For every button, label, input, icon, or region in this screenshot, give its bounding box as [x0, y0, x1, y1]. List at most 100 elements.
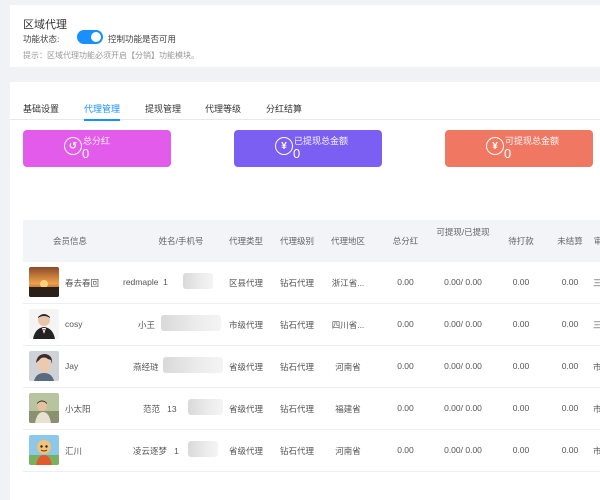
agent-type: 市级代理: [228, 320, 263, 330]
status-description: 控制功能是否可用: [108, 34, 177, 44]
unsettled: 0.00: [561, 445, 579, 455]
stat-value: 0: [82, 146, 90, 161]
header-audit-cut: 审: [593, 236, 600, 246]
feature-toggle[interactable]: [77, 30, 103, 44]
header-member-info: 会员信息: [52, 236, 87, 246]
status-label: 功能状态:: [23, 34, 60, 44]
agent-region: 河南省: [335, 446, 361, 456]
agent-type: 省级代理: [228, 404, 263, 414]
pending-payment: 0.00: [512, 403, 530, 413]
table-header: 会员信息 姓名/手机号 代理类型 代理级别 代理地区 总分红 可提现/已提现 待…: [23, 220, 600, 262]
agent-level: 钻石代理: [279, 362, 314, 372]
redacted-phone: [183, 273, 213, 289]
tab-bar: 基础设置 代理管理 提现管理 代理等级 分红结算: [10, 82, 600, 121]
stat-value: 0: [293, 146, 301, 161]
withdraw-amounts: 0.00/ 0.00: [444, 403, 482, 413]
avatar: [29, 267, 59, 297]
stat-card-withdrawn-total: ¥ 已提现总金额 0: [234, 130, 382, 167]
agent-region: 福建省: [335, 404, 361, 414]
agent-name: 燕经琏: [133, 362, 159, 372]
member-name: 小太阳: [65, 404, 91, 414]
agent-name: 小王: [138, 320, 156, 330]
tab-dividend-settlement[interactable]: 分红结算: [266, 102, 302, 115]
tab-basic-settings[interactable]: 基础设置: [23, 102, 59, 115]
withdraw-amounts: 0.00/ 0.00: [444, 319, 482, 329]
active-tab-indicator: [84, 119, 120, 121]
yen-coin-icon: ¥: [275, 137, 293, 155]
stat-card-withdrawable-total: ¥ 可提现总金额 0: [445, 130, 593, 167]
header-withdrawable-withdrawn: 可提现/已提现: [436, 227, 490, 237]
avatar: [29, 393, 59, 423]
agent-level: 钻石代理: [279, 404, 314, 414]
redacted-phone: [188, 399, 223, 415]
total-dividend: 0.00: [397, 277, 414, 287]
tab-agent-management[interactable]: 代理管理: [84, 102, 120, 115]
stat-label: 已提现总金额: [294, 136, 349, 146]
avatar: [29, 435, 59, 465]
section-title: 区域代理: [23, 19, 67, 31]
tab-agent-levels[interactable]: 代理等级: [205, 102, 241, 115]
agent-name: 凌云逐梦 1: [133, 446, 179, 456]
pending-payment: 0.00: [512, 319, 530, 329]
agent-level: 钻石代理: [279, 446, 314, 456]
agent-type: 省级代理: [228, 446, 263, 456]
unsettled: 0.00: [561, 361, 579, 371]
member-name: 汇川: [65, 446, 83, 456]
header-agent-level: 代理级别: [279, 236, 314, 246]
agent-region: 河南省: [335, 362, 361, 372]
main-panel: 基础设置 代理管理 提现管理 代理等级 分红结算 ↺ 总分红 0 ¥ 已提现总金…: [10, 82, 600, 500]
header-pending-payment: 待打款: [508, 236, 534, 246]
header-agent-region: 代理地区: [330, 236, 365, 246]
stat-card-total-dividend: ↺ 总分红 0: [23, 130, 171, 167]
avatar: [29, 351, 59, 381]
redacted-phone: [163, 357, 223, 373]
tab-withdraw-management[interactable]: 提现管理: [145, 102, 181, 115]
stat-label: 可提现总金额: [505, 136, 560, 146]
pending-payment: 0.00: [512, 277, 530, 287]
audit-cut: 三: [593, 320, 600, 330]
agent-region: 四川省...: [331, 320, 365, 330]
table-row[interactable]: 汇川 凌云逐梦 1 省级代理 钻石代理 河南省 0.00 0.00/ 0.00 …: [23, 430, 600, 472]
audit-cut: 三: [593, 278, 600, 288]
header-agent-type: 代理类型: [228, 236, 263, 246]
avatar: [29, 309, 59, 339]
toggle-knob: [91, 32, 101, 42]
hint-text: 提示：区域代理功能必须开启【分销】功能模块。: [23, 51, 199, 60]
total-dividend: 0.00: [397, 319, 414, 329]
redacted-phone: [161, 315, 221, 331]
pending-payment: 0.00: [512, 361, 530, 371]
member-name: 春去春回: [65, 278, 100, 288]
table-row[interactable]: Jay 燕经琏 省级代理 钻石代理 河南省 0.00 0.00/ 0.00 0.…: [23, 346, 600, 388]
agent-level: 钻石代理: [279, 320, 314, 330]
agent-level: 钻石代理: [279, 278, 314, 288]
withdraw-amounts: 0.00/ 0.00: [444, 445, 482, 455]
withdraw-amounts: 0.00/ 0.00: [444, 361, 482, 371]
agent-name: redmaple 1: [123, 277, 168, 287]
header-total-dividend: 总分红: [392, 236, 419, 246]
member-name: Jay: [65, 361, 79, 371]
agent-type: 区县代理: [228, 278, 263, 288]
dividend-icon: ↺: [64, 137, 82, 155]
total-dividend: 0.00: [397, 361, 414, 371]
audit-cut: 市: [593, 404, 600, 414]
audit-cut: 市: [593, 362, 600, 372]
header-name-phone: 姓名/手机号: [158, 236, 204, 246]
withdraw-amounts: 0.00/ 0.00: [444, 277, 482, 287]
total-dividend: 0.00: [397, 403, 414, 413]
header-unsettled: 未结算: [557, 236, 583, 246]
unsettled: 0.00: [561, 403, 579, 413]
agent-region: 浙江省...: [331, 278, 365, 288]
table-row[interactable]: cosy 小王 市级代理 钻石代理 四川省... 0.00 0.00/ 0.00…: [23, 304, 600, 346]
agent-name: 范范 13: [143, 404, 177, 414]
pending-payment: 0.00: [512, 445, 530, 455]
table-row[interactable]: 春去春回 redmaple 1 区县代理 钻石代理 浙江省... 0.00 0.…: [23, 262, 600, 304]
table-row[interactable]: 小太阳 范范 13 省级代理 钻石代理 福建省 0.00 0.00/ 0.00 …: [23, 388, 600, 430]
total-dividend: 0.00: [397, 445, 414, 455]
stat-value: 0: [504, 146, 512, 161]
member-name: cosy: [65, 319, 83, 329]
redacted-phone: [188, 441, 218, 457]
feature-settings-card: 区域代理 功能状态: 控制功能是否可用 提示：区域代理功能必须开启【分销】功能模…: [10, 5, 600, 67]
yen-coin-icon: ¥: [486, 137, 504, 155]
unsettled: 0.00: [561, 319, 579, 329]
audit-cut: 市: [593, 446, 600, 456]
